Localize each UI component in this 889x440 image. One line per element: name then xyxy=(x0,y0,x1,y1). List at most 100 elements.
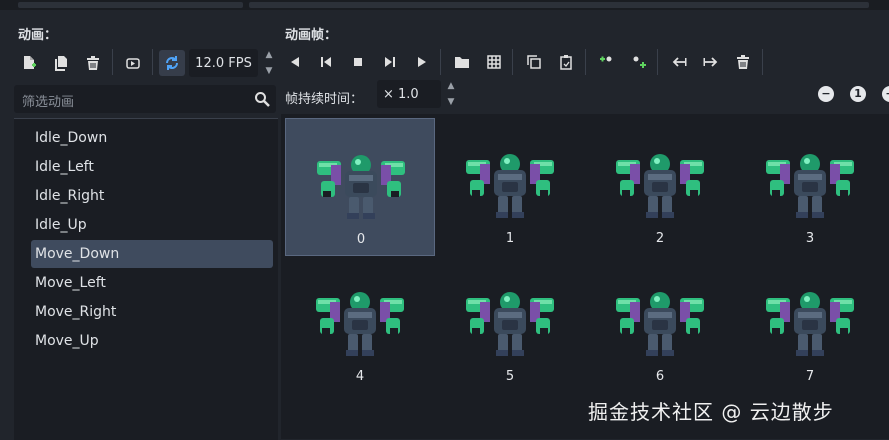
frame-tile[interactable]: 6 xyxy=(585,256,735,394)
duplicate-icon xyxy=(55,56,67,71)
list-item[interactable]: Move_Right xyxy=(31,298,273,326)
separator xyxy=(585,49,586,75)
top-strip xyxy=(0,0,889,10)
spinner-up-icon[interactable]: ▲ xyxy=(266,49,273,61)
insert-after-icon xyxy=(633,56,646,68)
insert-before-icon xyxy=(600,56,612,69)
search-icon xyxy=(255,92,270,107)
frames-label: 动画帧： xyxy=(285,28,338,43)
duplicate-animation-button[interactable] xyxy=(48,50,74,76)
arrow-left-icon xyxy=(672,57,687,67)
delete-animation-button[interactable] xyxy=(80,50,106,76)
new-animation-button[interactable] xyxy=(16,50,42,76)
play-backwards-from-end-button[interactable] xyxy=(282,49,308,75)
plus-icon: + xyxy=(885,86,889,102)
frame-tile-selected[interactable]: 0 xyxy=(285,118,435,256)
move-left-button[interactable] xyxy=(666,49,692,75)
frame-tile[interactable]: 4 xyxy=(285,256,435,394)
trash-icon xyxy=(87,56,99,70)
trash-icon xyxy=(737,55,749,69)
spinner-down-icon[interactable]: ▼ xyxy=(266,65,273,77)
list-item-selected[interactable]: Move_Down xyxy=(31,240,273,268)
fps-field[interactable]: 12.0 FPS xyxy=(189,49,258,77)
arrow-right-icon xyxy=(703,57,718,67)
watermark: 掘金技术社区 @ 云边散步 xyxy=(588,400,834,424)
list-item[interactable]: Idle_Left xyxy=(31,153,273,181)
top-tab-right xyxy=(249,2,869,8)
minus-icon: − xyxy=(821,87,831,100)
autoplay-icon xyxy=(126,58,140,69)
list-item[interactable]: Move_Up xyxy=(31,327,273,355)
frame-tile[interactable]: 1 xyxy=(435,118,585,256)
sprite-thumbnail xyxy=(466,154,554,218)
play-icon xyxy=(418,57,426,67)
frame-index: 3 xyxy=(805,231,815,246)
spinner-up-icon[interactable]: ▲ xyxy=(448,80,455,92)
frame-index: 5 xyxy=(505,369,515,384)
delete-frame-button[interactable] xyxy=(730,49,756,75)
copy-frame-button[interactable] xyxy=(521,49,547,75)
play-button[interactable] xyxy=(409,49,435,75)
frame-index: 2 xyxy=(655,231,665,246)
sprite-thumbnail xyxy=(316,292,404,356)
separator xyxy=(440,49,441,75)
separator xyxy=(657,49,658,75)
copy-icon xyxy=(527,55,541,69)
fps-spinner[interactable]: ▲ ▼ xyxy=(262,49,276,77)
insert-after-button[interactable] xyxy=(626,49,652,75)
list-item[interactable]: Move_Left xyxy=(31,269,273,297)
list-item[interactable]: Idle_Down xyxy=(31,124,273,152)
frame-duration-label: 帧持续时间： xyxy=(285,92,364,107)
move-right-button[interactable] xyxy=(698,49,724,75)
filter-placeholder: 筛选动画 xyxy=(22,95,75,110)
stop-icon xyxy=(354,58,362,66)
sprite-thumbnail xyxy=(766,154,854,218)
sprite-thumbnail xyxy=(616,154,704,218)
frame-index: 1 xyxy=(505,231,515,246)
sprite-sheet-button[interactable] xyxy=(481,49,507,75)
autoplay-button[interactable] xyxy=(120,50,146,76)
play-backwards-icon xyxy=(291,57,299,67)
frame-index: 0 xyxy=(356,232,366,247)
frame-index: 7 xyxy=(805,369,815,384)
paste-frame-button[interactable] xyxy=(553,49,579,75)
frame-index: 6 xyxy=(655,369,665,384)
zoom-out-button[interactable]: − xyxy=(818,86,834,102)
sprite-thumbnail xyxy=(466,292,554,356)
sprite-thumbnail xyxy=(317,155,405,219)
paste-icon xyxy=(560,55,572,70)
separator xyxy=(762,49,763,75)
filter-animations-input[interactable]: 筛选动画 xyxy=(14,85,276,113)
frame-tile[interactable]: 7 xyxy=(735,256,885,394)
zoom-in-button[interactable]: + xyxy=(882,86,889,102)
frame-tile[interactable]: 2 xyxy=(585,118,735,256)
load-frames-button[interactable] xyxy=(449,49,475,75)
sprite-thumbnail xyxy=(616,292,704,356)
grid-icon xyxy=(487,55,501,69)
list-item[interactable]: Idle_Up xyxy=(31,211,273,239)
loop-icon xyxy=(166,56,178,70)
folder-icon xyxy=(455,57,469,68)
loop-toggle-button[interactable] xyxy=(159,50,185,76)
frame-index: 4 xyxy=(355,369,365,384)
play-start-icon xyxy=(385,57,395,67)
list-item[interactable]: Idle_Right xyxy=(31,182,273,210)
play-backwards-button[interactable] xyxy=(313,49,339,75)
new-file-icon xyxy=(24,56,36,69)
animation-list: Idle_Down Idle_Left Idle_Right Idle_Up M… xyxy=(14,118,278,440)
duration-spinner[interactable]: ▲ ▼ xyxy=(444,80,458,108)
stop-button[interactable] xyxy=(345,49,371,75)
frames-grid: 0 1 2 3 4 5 6 7 xyxy=(281,114,889,439)
zoom-reset-label: 1 xyxy=(854,87,862,100)
frame-duration-field[interactable]: × 1.0 xyxy=(377,80,441,108)
insert-before-button[interactable] xyxy=(594,49,620,75)
zoom-reset-button[interactable]: 1 xyxy=(850,86,866,102)
frame-tile[interactable]: 5 xyxy=(435,256,585,394)
play-from-start-button[interactable] xyxy=(377,49,403,75)
spinner-down-icon[interactable]: ▼ xyxy=(448,96,455,108)
animations-label: 动画： xyxy=(18,28,58,43)
frame-tile[interactable]: 3 xyxy=(735,118,885,256)
separator xyxy=(152,49,153,75)
separator xyxy=(512,49,513,75)
play-backwards-start-icon xyxy=(321,57,331,67)
